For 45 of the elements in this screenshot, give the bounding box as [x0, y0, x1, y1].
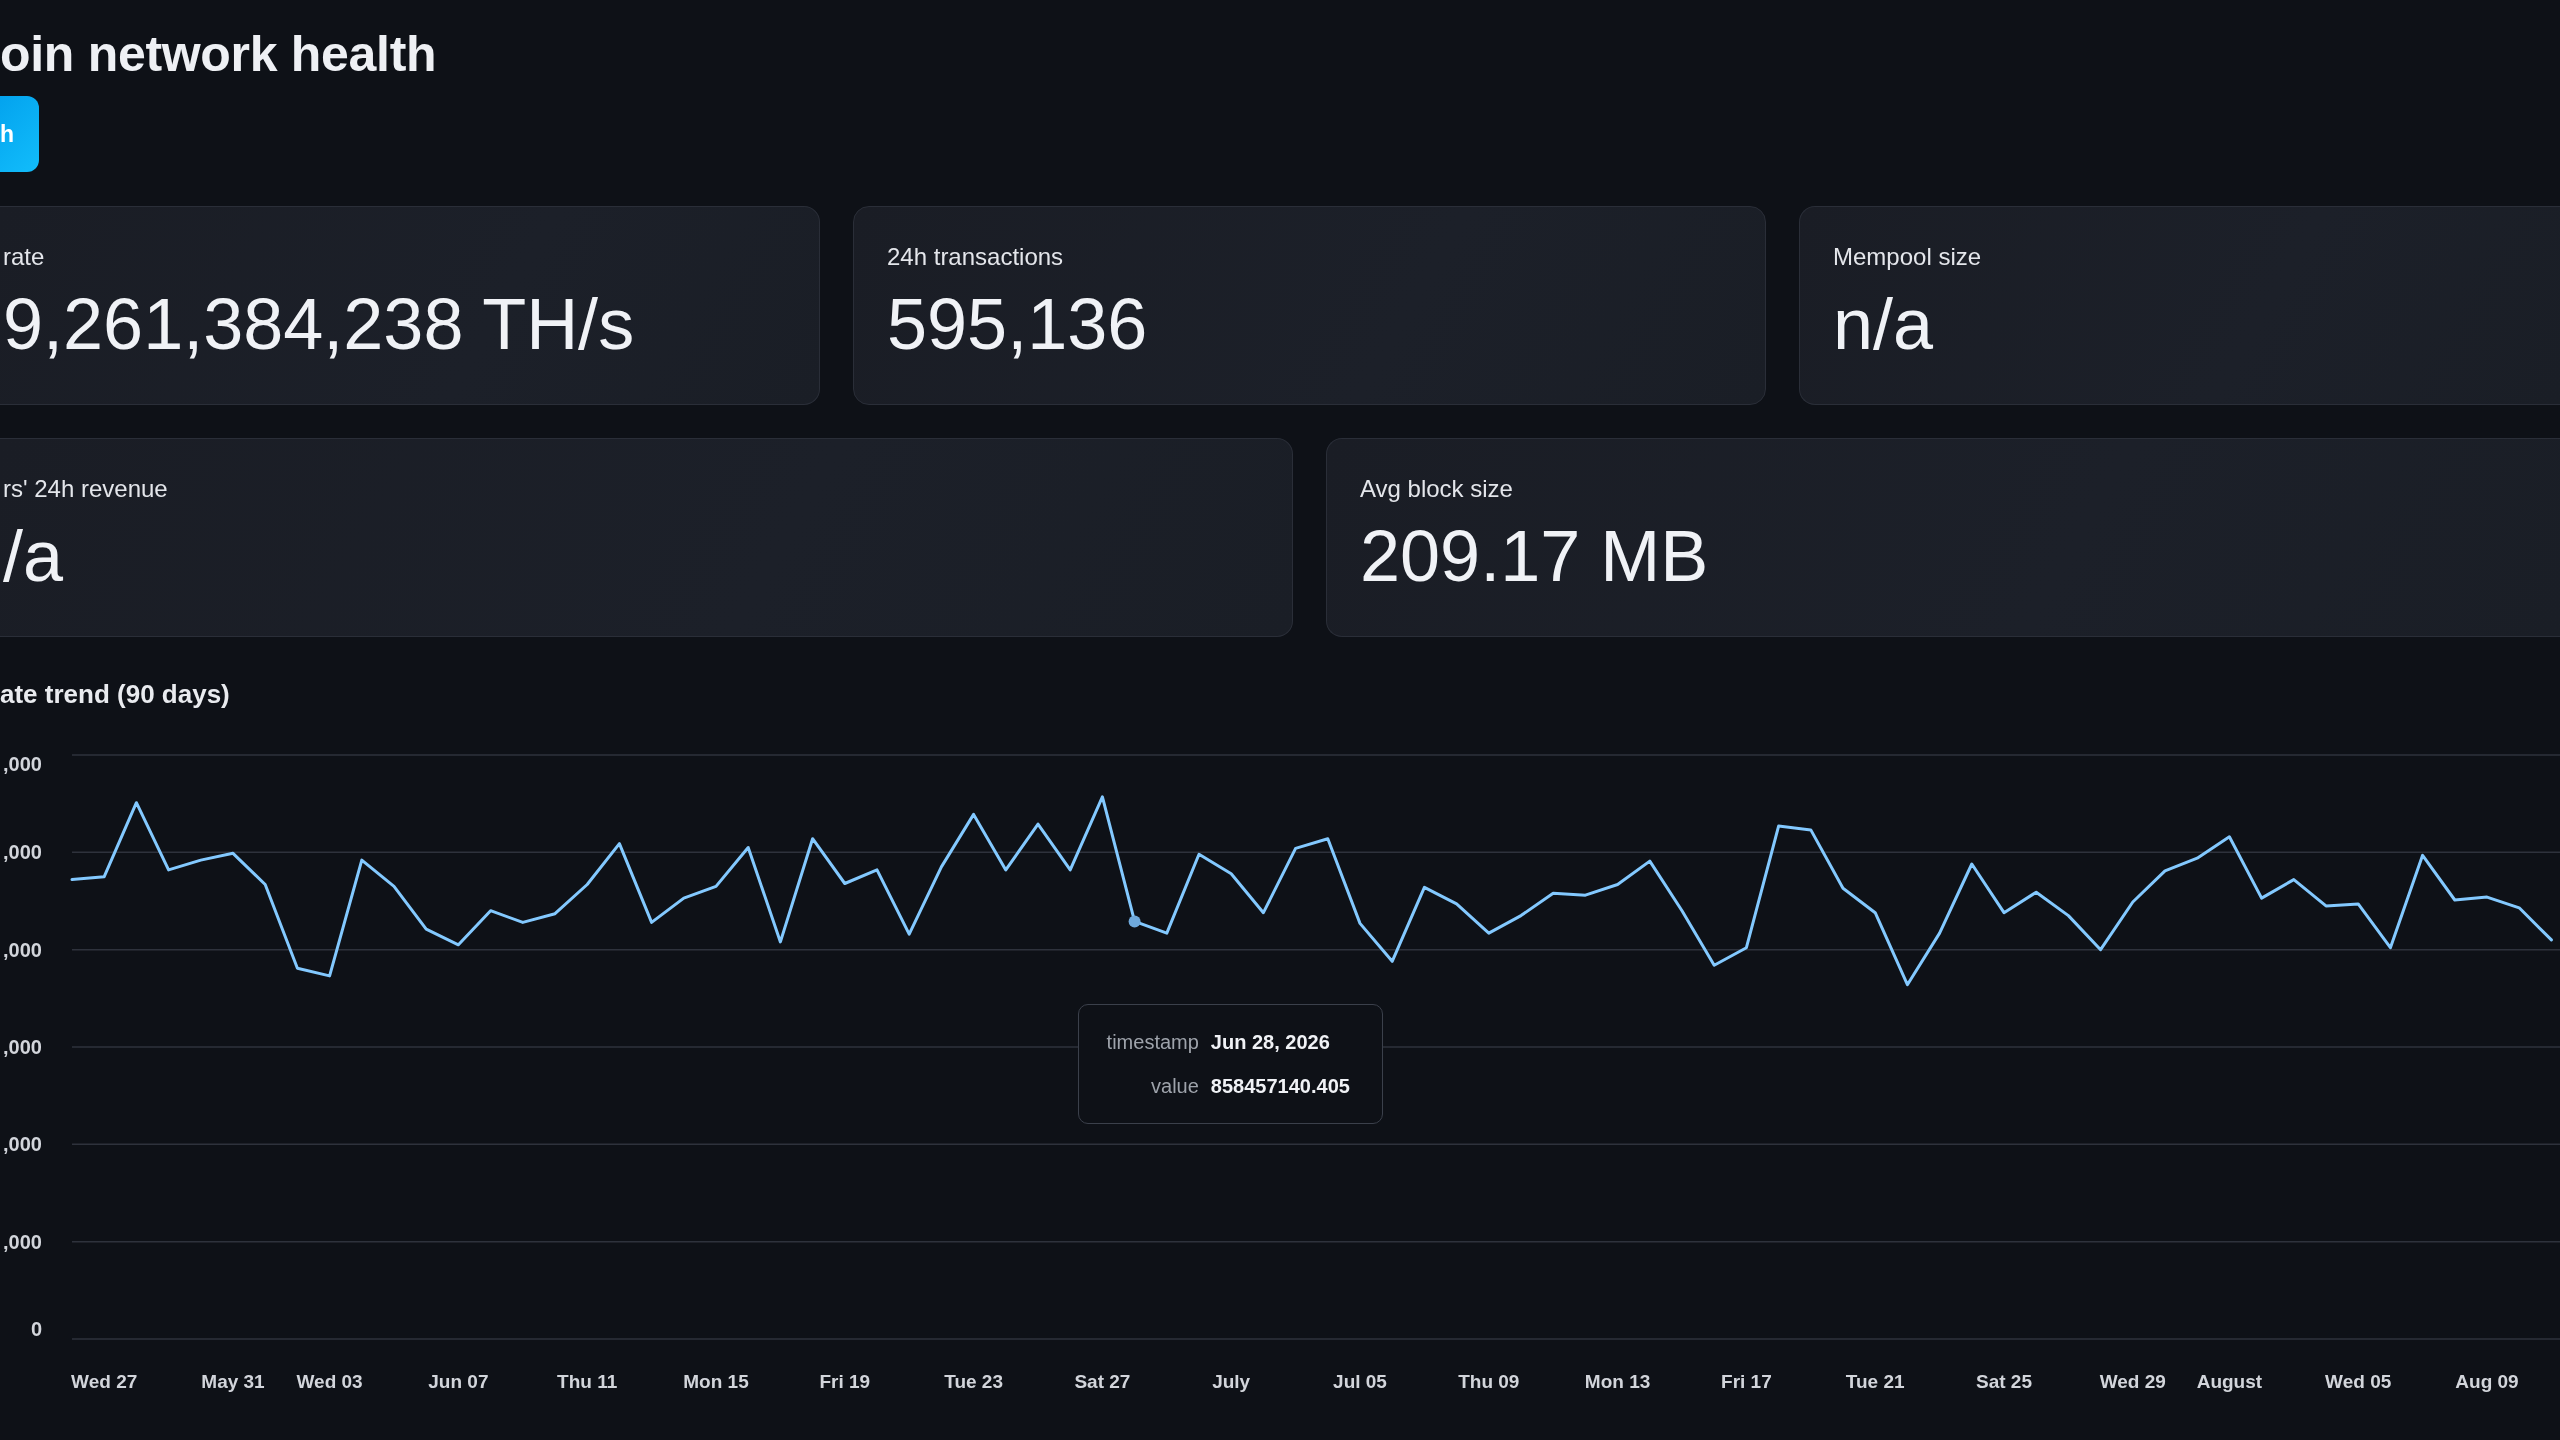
axis-label: Aug 09 [2455, 1370, 2519, 1392]
metric-label: rs' 24h revenue [3, 475, 169, 503]
chart-title: ate trend (90 days) [0, 679, 231, 709]
metric-value: /a [3, 516, 65, 596]
tooltip-value: 858457140.405 [1210, 1074, 1350, 1100]
axis-label: Jul 05 [1333, 1370, 1387, 1392]
hover-dot-icon [1128, 915, 1141, 928]
axis-label: ,000 [3, 1230, 42, 1253]
metric-value: 9,261,384,238 TH/s [3, 284, 636, 364]
axis-label: Thu 09 [1458, 1370, 1520, 1392]
metric-value: 209.17 MB [1360, 516, 1710, 596]
axis-label: Wed 03 [296, 1370, 363, 1392]
metric-label: Avg block size [1360, 475, 1514, 503]
axis-label: ,000 [3, 938, 42, 961]
tooltip-label: value [1150, 1074, 1199, 1100]
axis-label: August [2196, 1370, 2263, 1392]
axis-label: Sat 25 [1976, 1370, 2032, 1392]
axis-label: May 31 [201, 1370, 265, 1392]
axis-label: Sat 27 [1074, 1370, 1131, 1392]
axis-label: Wed 05 [2325, 1370, 2392, 1392]
action-button[interactable]: h [0, 96, 40, 172]
axis-label: Jun 07 [428, 1370, 489, 1392]
axis-label: Mon 15 [683, 1370, 749, 1392]
axis-label: Wed 27 [71, 1370, 138, 1392]
page-title: oin network health [0, 26, 438, 83]
metric-label: Mempool size [1833, 243, 1983, 271]
axis-label: Fri 19 [819, 1370, 871, 1392]
axis-label: July [1212, 1370, 1251, 1392]
axis-label: Tue 21 [1845, 1370, 1905, 1392]
axis-label: Tue 23 [944, 1370, 1003, 1392]
tooltip-value: Jun 28, 2026 [1210, 1030, 1331, 1056]
tooltip-label: timestamp [1106, 1030, 1199, 1056]
metric-label: rate [3, 243, 46, 271]
axis-label: Wed 29 [2099, 1370, 2166, 1392]
axis-label: Thu 11 [557, 1370, 618, 1392]
axis-label: ,000 [3, 1036, 42, 1058]
axis-label: Mon 13 [1584, 1370, 1651, 1392]
axis-label: ,000 [3, 753, 42, 775]
metric-value: n/a [1833, 284, 1935, 364]
metric-value: 595,136 [887, 284, 1149, 364]
axis-label: ,000 [3, 841, 42, 864]
axis-label: 0 [30, 1318, 42, 1340]
axis-label: ,000 [3, 1133, 42, 1156]
metric-label: 24h transactions [887, 243, 1065, 271]
axis-label: Fri 17 [1721, 1370, 1772, 1392]
